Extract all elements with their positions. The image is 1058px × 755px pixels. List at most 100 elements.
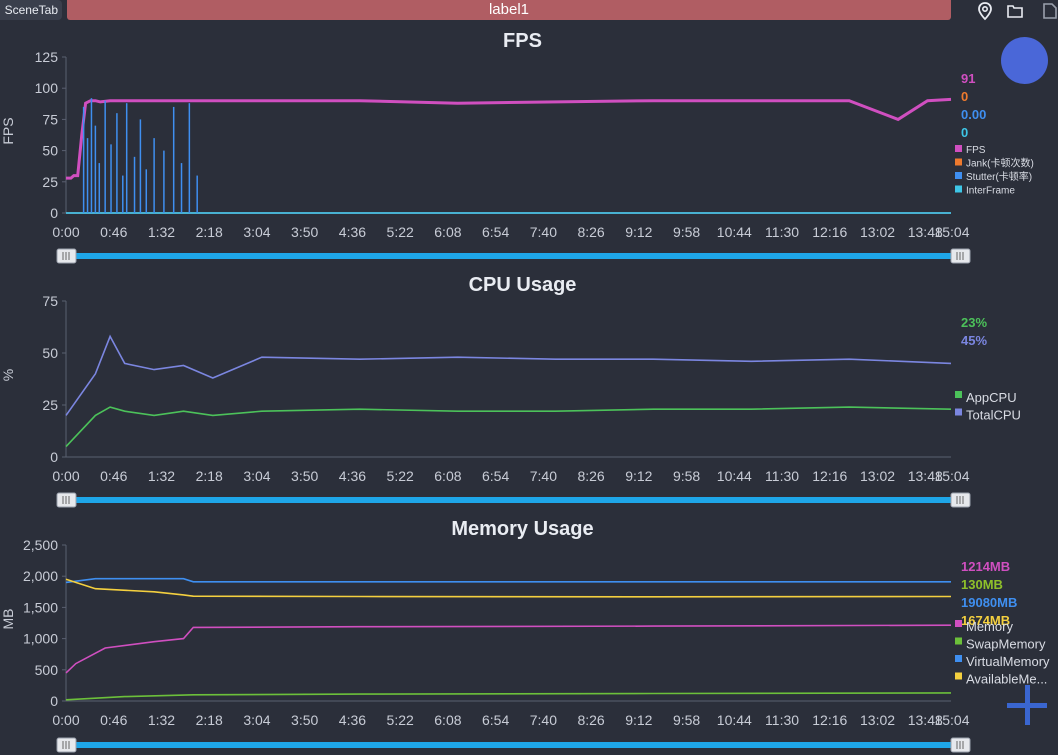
legend-label: Jank(卡顿次数)	[966, 157, 1034, 170]
legend-label: AppCPU	[966, 390, 1017, 405]
y-axis-label: FPS	[0, 117, 16, 144]
x-tick-label: 6:08	[434, 468, 461, 484]
series-line-virtualmemory	[65, 577, 951, 584]
legend-label: Stutter(卡顿率)	[966, 170, 1032, 183]
y-tick-label: 500	[35, 662, 59, 678]
current-value: 0	[961, 89, 968, 104]
y-tick-label: 25	[42, 174, 58, 190]
legend-swatch	[955, 185, 962, 193]
x-tick-label: 3:50	[291, 468, 318, 484]
x-tick-label: 0:46	[100, 468, 127, 484]
x-tick-label: 15:04	[934, 712, 969, 728]
legend-swatch	[955, 655, 962, 662]
legend-label: Memory	[966, 619, 1013, 634]
x-tick-label: 1:32	[148, 712, 175, 728]
x-tick-label: 13:02	[860, 468, 895, 484]
x-tick-label: 13:02	[860, 712, 895, 728]
y-tick-label: 50	[42, 143, 58, 159]
x-tick-label: 1:32	[148, 224, 175, 240]
x-tick-label: 3:04	[243, 468, 270, 484]
current-value: 1214MB	[961, 559, 1010, 574]
legend-swatch	[955, 637, 962, 645]
current-value: 45%	[961, 333, 987, 348]
series-line-memory	[65, 624, 952, 674]
series-line-totalcpu	[65, 334, 952, 416]
x-tick-label: 8:26	[577, 224, 604, 240]
x-tick-label: 4:36	[339, 712, 366, 728]
x-tick-label: 6:54	[482, 712, 509, 728]
series-line-swapmemory	[65, 692, 952, 701]
x-tick-label: 9:12	[625, 224, 652, 240]
legend-swatch	[955, 145, 962, 152]
y-tick-label: 0	[50, 449, 58, 465]
y-tick-label: 100	[35, 80, 59, 96]
x-tick-label: 1:32	[148, 468, 175, 484]
y-axis-label: MB	[0, 609, 16, 630]
y-axis-label: %	[0, 369, 16, 381]
x-tick-label: 3:04	[243, 712, 270, 728]
x-tick-label: 12:16	[812, 224, 847, 240]
x-tick-label: 8:26	[577, 712, 604, 728]
y-tick-label: 0	[50, 205, 58, 221]
x-tick-label: 9:58	[673, 224, 700, 240]
y-tick-label: 75	[42, 293, 58, 309]
x-tick-label: 9:12	[625, 712, 652, 728]
x-tick-label: 10:44	[717, 224, 752, 240]
y-tick-label: 2,500	[23, 537, 58, 553]
series-line-fps	[66, 97, 952, 180]
y-tick-label: 75	[42, 111, 58, 127]
x-tick-label: 9:12	[625, 468, 652, 484]
legend-swatch	[955, 672, 962, 680]
x-tick-label: 2:18	[196, 468, 223, 484]
current-value: 0.00	[961, 107, 986, 122]
y-tick-label: 1,000	[23, 631, 58, 647]
legend-swatch	[955, 620, 962, 627]
y-tick-label: 125	[35, 49, 59, 65]
legend-label: InterFrame	[966, 186, 1015, 197]
charts-canvas: 0 25 50 75 100 125 FPS 0:00 0:46 1:32 2:18 3:04 3:50…	[0, 49, 1050, 753]
x-tick-label: 6:08	[434, 712, 461, 728]
legend-label: FPS	[966, 145, 986, 156]
range-slider-track	[66, 253, 961, 259]
add-plus-icon[interactable]	[1005, 683, 1049, 727]
y-tick-label: 25	[42, 397, 58, 413]
legend-swatch	[955, 158, 962, 166]
y-tick-label: 0	[50, 693, 58, 709]
range-slider-track	[66, 497, 961, 503]
current-value: 91	[961, 71, 975, 86]
x-tick-label: 3:50	[291, 224, 318, 240]
x-tick-label: 15:04	[934, 468, 969, 484]
x-tick-label: 2:18	[196, 224, 223, 240]
legend-label: VirtualMemory	[966, 654, 1050, 669]
x-tick-label: 11:30	[765, 224, 799, 240]
x-tick-label: 15:04	[934, 224, 969, 240]
y-tick-label: 50	[42, 345, 58, 361]
y-tick-label: 1,500	[23, 599, 58, 615]
x-tick-label: 6:08	[434, 224, 461, 240]
x-tick-label: 8:26	[577, 468, 604, 484]
x-tick-label: 0:46	[100, 224, 127, 240]
x-tick-label: 3:50	[291, 712, 318, 728]
series-line-appcpu	[65, 406, 952, 448]
x-tick-label: 5:22	[387, 468, 414, 484]
x-tick-label: 7:40	[530, 468, 557, 484]
x-tick-label: 0:46	[100, 712, 127, 728]
floating-circle-button[interactable]	[1001, 37, 1048, 84]
x-tick-label: 7:40	[530, 224, 557, 240]
legend-label: TotalCPU	[966, 408, 1021, 423]
current-value: 23%	[961, 315, 987, 330]
x-tick-label: 11:30	[765, 468, 799, 484]
current-value: 19080MB	[961, 595, 1017, 610]
current-value: 0	[961, 125, 968, 140]
x-tick-label: 12:16	[812, 468, 847, 484]
legend-swatch	[955, 408, 962, 416]
current-value: 130MB	[961, 577, 1003, 592]
legend-swatch	[955, 391, 962, 398]
x-tick-label: 10:44	[717, 468, 752, 484]
x-tick-label: 9:58	[673, 712, 700, 728]
x-tick-label: 10:44	[717, 712, 752, 728]
x-tick-label: 4:36	[339, 224, 366, 240]
y-tick-label: 2,000	[23, 568, 58, 584]
x-tick-label: 4:36	[339, 468, 366, 484]
x-tick-label: 0:00	[52, 468, 79, 484]
